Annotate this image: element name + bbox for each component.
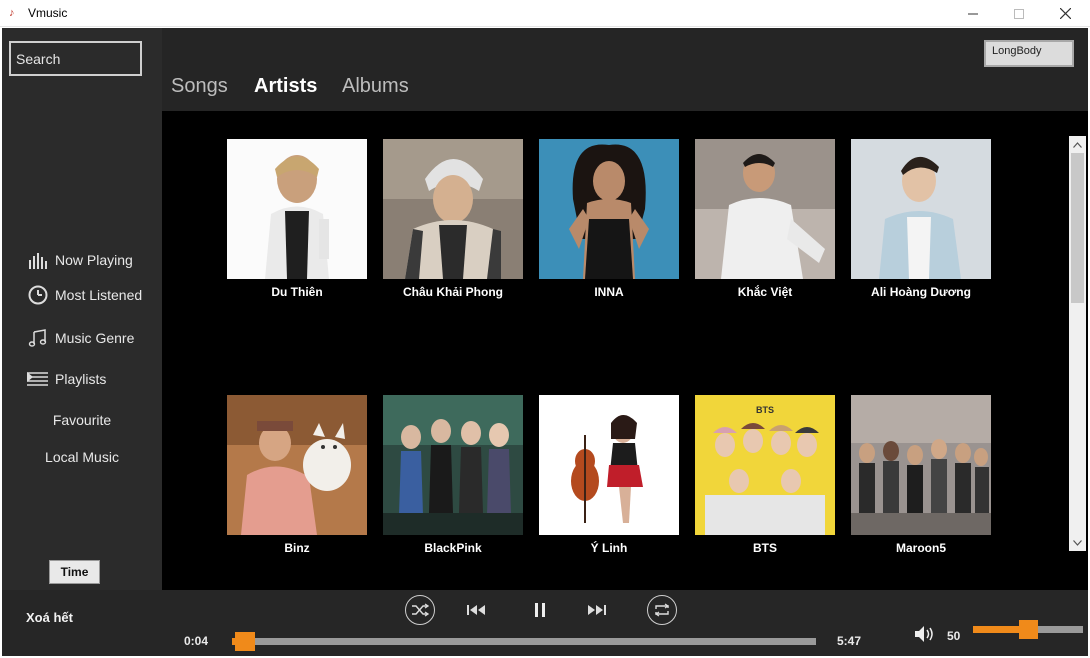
artist-photo [383, 139, 523, 279]
artist-card[interactable]: Ali Hoàng Dương [851, 139, 991, 299]
progress-thumb[interactable] [235, 632, 255, 651]
close-button[interactable] [1042, 0, 1088, 27]
sidebar-item-favourite[interactable]: Favourite [2, 407, 162, 433]
artist-photo [227, 139, 367, 279]
window-title: Vmusic [28, 6, 68, 20]
sidebar-item-label: Local Music [45, 449, 119, 465]
music-note-icon [27, 327, 49, 349]
artist-name: Châu Khải Phong [403, 285, 503, 299]
minimize-button[interactable] [950, 0, 996, 27]
minimize-icon [968, 13, 978, 14]
repeat-icon [654, 603, 670, 617]
artist-photo [539, 139, 679, 279]
artist-photo [227, 395, 367, 535]
shuffle-button[interactable] [405, 595, 435, 625]
scroll-down-icon[interactable] [1069, 534, 1086, 551]
current-time: 0:04 [184, 634, 209, 648]
speaker-icon [915, 626, 933, 642]
sidebar-item-label: Most Listened [55, 287, 143, 303]
artist-name: BTS [753, 541, 777, 555]
artist-grid: Du Thiên Châu Khải Phong INNA Khắc Việt … [162, 111, 1088, 590]
artist-card[interactable]: Binz [227, 395, 367, 555]
svg-text:BTS: BTS [756, 405, 774, 415]
artist-card[interactable]: Ý Linh [539, 395, 679, 555]
sidebar-item-music-genre[interactable]: Music Genre [2, 325, 162, 351]
maximize-button[interactable] [996, 0, 1042, 27]
artist-name: BlackPink [424, 541, 482, 555]
bars-chart-icon [27, 249, 49, 271]
volume-value: 50 [947, 629, 961, 643]
scroll-up-icon[interactable] [1069, 136, 1086, 153]
artist-name: Ý Linh [590, 541, 628, 555]
sidebar: Now Playing Most Listened Music Genre Pl… [2, 28, 162, 590]
artist-name: Du Thiên [271, 285, 323, 299]
close-icon [1059, 8, 1071, 19]
sidebar-item-now-playing[interactable]: Now Playing [2, 247, 162, 273]
sidebar-item-label: Now Playing [55, 252, 133, 268]
search-box[interactable] [9, 41, 142, 76]
sidebar-item-label: Favourite [52, 412, 112, 428]
artist-card[interactable]: Khắc Việt [695, 139, 835, 299]
progress-slider[interactable] [232, 632, 816, 651]
next-button[interactable] [584, 598, 610, 622]
artist-photo [851, 395, 991, 535]
total-time: 5:47 [837, 634, 862, 648]
clock-icon [27, 284, 49, 306]
previous-button[interactable] [464, 598, 490, 622]
scrollbar[interactable] [1069, 136, 1086, 551]
artist-card[interactable]: BlackPink [383, 395, 523, 555]
tab-artists[interactable]: Artists [254, 75, 317, 98]
artist-card[interactable]: INNA [539, 139, 679, 299]
header: Songs Artists Albums LongBody [162, 28, 1088, 111]
sidebar-item-label: Music Genre [55, 330, 135, 346]
artist-card[interactable]: Du Thiên [227, 139, 367, 299]
tab-albums[interactable]: Albums [342, 75, 409, 98]
user-button[interactable]: LongBody [984, 40, 1074, 67]
time-button[interactable]: Time [49, 560, 100, 584]
volume-button[interactable] [913, 622, 939, 646]
artist-photo: BTS [695, 395, 835, 535]
volume-thumb[interactable] [1019, 620, 1038, 639]
next-icon [588, 605, 606, 615]
sidebar-item-local-music[interactable]: Local Music [2, 444, 162, 470]
clear-all-button[interactable]: Xoá hết [26, 610, 73, 625]
scroll-thumb[interactable] [1071, 153, 1084, 303]
artist-photo [383, 395, 523, 535]
artist-card[interactable]: Maroon5 [851, 395, 991, 555]
tab-songs[interactable]: Songs [171, 75, 228, 98]
sidebar-item-playlists[interactable]: Playlists [2, 366, 162, 392]
artist-name: INNA [594, 285, 624, 299]
playlist-icon [27, 368, 49, 390]
artist-card[interactable]: Châu Khải Phong [383, 139, 523, 299]
sidebar-item-label: Playlists [55, 371, 107, 387]
repeat-button[interactable] [647, 595, 677, 625]
artist-name: Ali Hoàng Dương [871, 285, 971, 299]
artist-name: Khắc Việt [737, 285, 793, 299]
artist-card[interactable]: BTS BTS [695, 395, 835, 555]
artist-photo [695, 139, 835, 279]
pause-icon [535, 603, 545, 617]
app-icon: ♪ [9, 7, 15, 19]
volume-slider[interactable] [973, 620, 1083, 639]
title-bar: ♪ Vmusic [0, 0, 1090, 27]
pause-button[interactable] [528, 598, 552, 622]
artist-photo [851, 139, 991, 279]
maximize-icon [1014, 8, 1024, 19]
artist-name: Binz [284, 541, 310, 555]
artist-name: Maroon5 [895, 541, 946, 555]
previous-icon [467, 605, 485, 615]
player-bar: Xoá hết 0:04 5:47 50 [2, 590, 1088, 656]
sidebar-item-most-listened[interactable]: Most Listened [2, 282, 162, 308]
shuffle-icon [412, 603, 429, 617]
artist-photo [539, 395, 679, 535]
search-input[interactable] [11, 43, 140, 74]
